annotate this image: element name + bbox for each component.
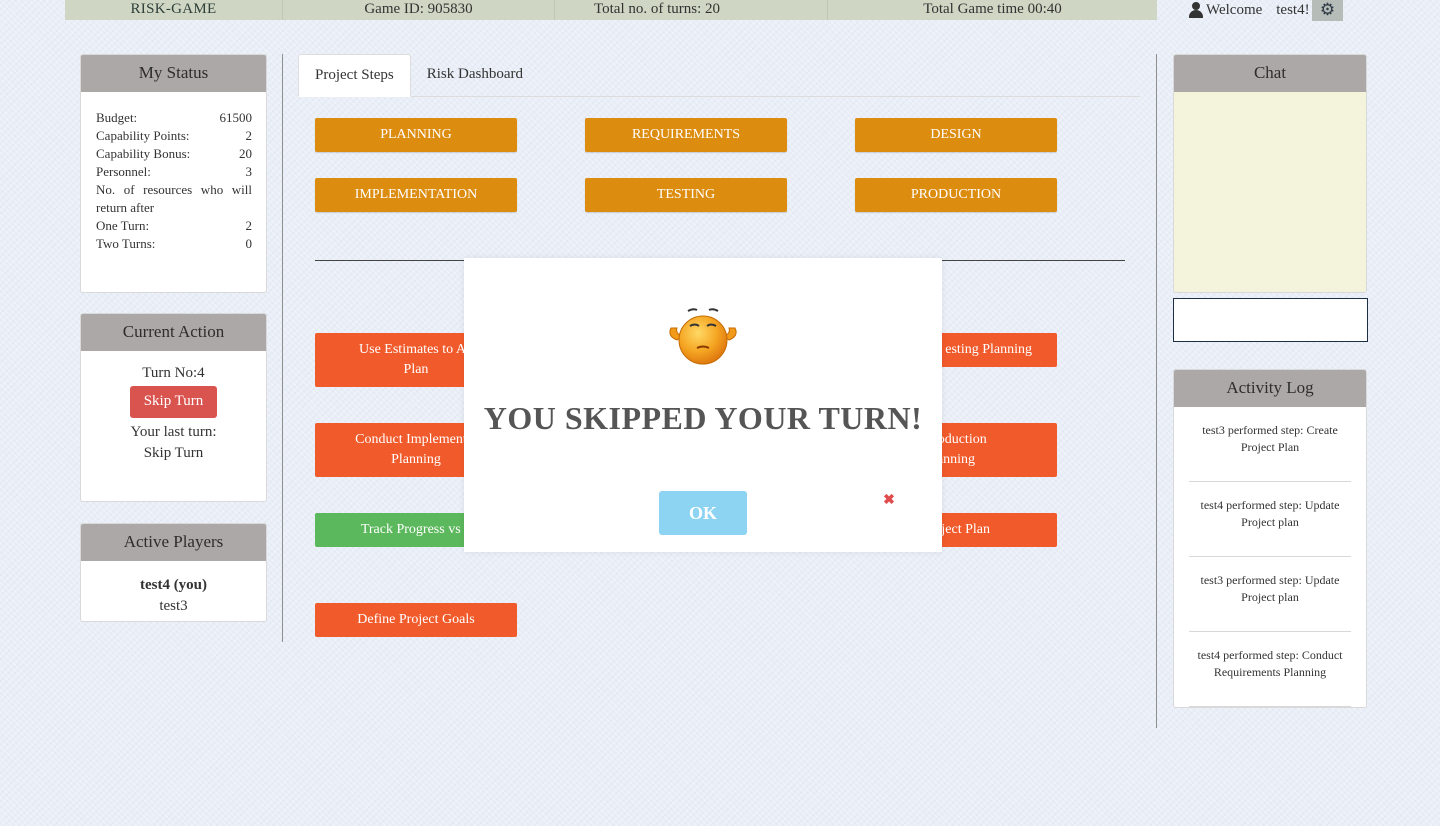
chat-input[interactable]	[1173, 298, 1368, 342]
capability-bonus-value: 20	[239, 146, 252, 161]
budget-value: 61500	[219, 110, 253, 125]
username: test4!	[1276, 1, 1310, 18]
capability-bonus-label: Capability Bonus:	[96, 146, 191, 161]
log-entry: test3 performed step: Update Project pla…	[1189, 557, 1351, 632]
one-turn-label: One Turn:	[96, 218, 150, 233]
personnel-row: Personnel: 3	[96, 163, 252, 181]
one-turn-row: One Turn: 2	[96, 217, 252, 235]
left-divider	[282, 54, 283, 642]
game-id: Game ID: 905830	[283, 0, 555, 20]
capability-points-label: Capability Points:	[96, 128, 190, 143]
settings-button[interactable]: ⚙	[1312, 0, 1343, 21]
log-entry: test3 performed step: Create Project Pla…	[1189, 407, 1351, 482]
phase-testing-button[interactable]: TESTING	[585, 178, 787, 212]
shrug-emoji-icon	[669, 308, 737, 365]
phase-requirements-button[interactable]: REQUIREMENTS	[585, 118, 787, 152]
two-turns-label: Two Turns:	[96, 236, 156, 251]
skip-turn-modal: YOU SKIPPED YOUR TURN! OK ✖	[464, 258, 942, 552]
activity-log-title: Activity Log	[1174, 370, 1366, 407]
chat-panel: Chat	[1173, 54, 1367, 293]
brand-logo[interactable]: RISK-GAME	[65, 0, 283, 20]
capability-bonus-row: Capability Bonus: 20	[96, 145, 252, 163]
close-icon[interactable]: ✖	[883, 494, 895, 508]
user-greeting: Welcome test4!	[1188, 0, 1310, 20]
log-entry: test4 performed step: Update Project pla…	[1189, 482, 1351, 557]
active-players-title: Active Players	[81, 524, 266, 561]
player-self: test4 (you)	[139, 577, 208, 593]
last-turn-label: Your last turn:	[130, 424, 217, 440]
phase-implementation-button[interactable]: IMPLEMENTATION	[315, 178, 517, 212]
capability-points-value: 2	[245, 128, 253, 143]
tab-risk-dashboard[interactable]: Risk Dashboard	[411, 54, 539, 97]
right-divider	[1156, 54, 1157, 728]
chat-title: Chat	[1174, 55, 1366, 92]
ok-button[interactable]: OK	[659, 491, 747, 535]
modal-message: YOU SKIPPED YOUR TURN!	[483, 400, 923, 436]
budget-label: Budget:	[96, 110, 138, 125]
budget-row: Budget: 61500	[96, 109, 252, 127]
player-other: test3	[159, 598, 188, 614]
chat-messages	[1174, 92, 1366, 292]
user-icon	[1188, 2, 1204, 18]
tab-project-steps[interactable]: Project Steps	[298, 54, 411, 97]
top-bar: RISK-GAME Game ID: 905830 Total no. of t…	[65, 0, 1157, 20]
gear-icon: ⚙	[1319, 0, 1336, 19]
current-action-panel: Current Action Turn No:4 Skip Turn Your …	[80, 313, 267, 502]
phase-production-button[interactable]: PRODUCTION	[855, 178, 1057, 212]
total-turns: Total no. of turns: 20	[555, 0, 828, 20]
step-define-project-goals-button[interactable]: Define Project Goals	[315, 603, 517, 637]
skip-turn-button[interactable]: Skip Turn	[130, 386, 217, 418]
active-players-panel: Active Players test4 (you) test3	[80, 523, 267, 622]
last-turn-value: Skip Turn	[143, 445, 204, 461]
total-turns-text: Total no. of turns: 20	[594, 1, 721, 17]
activity-log-panel: Activity Log test3 performed step: Creat…	[1173, 369, 1367, 708]
personnel-value: 3	[245, 164, 253, 179]
capability-points-row: Capability Points: 2	[96, 127, 252, 145]
welcome-label: Welcome	[1206, 1, 1263, 18]
phase-planning-button[interactable]: PLANNING	[315, 118, 517, 152]
personnel-label: Personnel:	[96, 164, 151, 179]
my-status-title: My Status	[81, 55, 266, 92]
phase-design-button[interactable]: DESIGN	[855, 118, 1057, 152]
log-entry: test4 performed step: Conduct Requiremen…	[1189, 632, 1351, 707]
one-turn-value: 2	[245, 218, 253, 233]
total-game-time: Total Game time 00:40	[923, 1, 1062, 17]
turn-number: Turn No:4	[142, 365, 205, 381]
current-action-title: Current Action	[81, 314, 266, 351]
two-turns-row: Two Turns: 0	[96, 235, 252, 253]
my-status-panel: My Status Budget: 61500 Capability Points…	[80, 54, 267, 293]
two-turns-value: 0	[245, 236, 253, 251]
resources-note: No. of resources who will return after	[96, 182, 252, 215]
tab-bar: Project Steps Risk Dashboard	[298, 54, 1140, 97]
